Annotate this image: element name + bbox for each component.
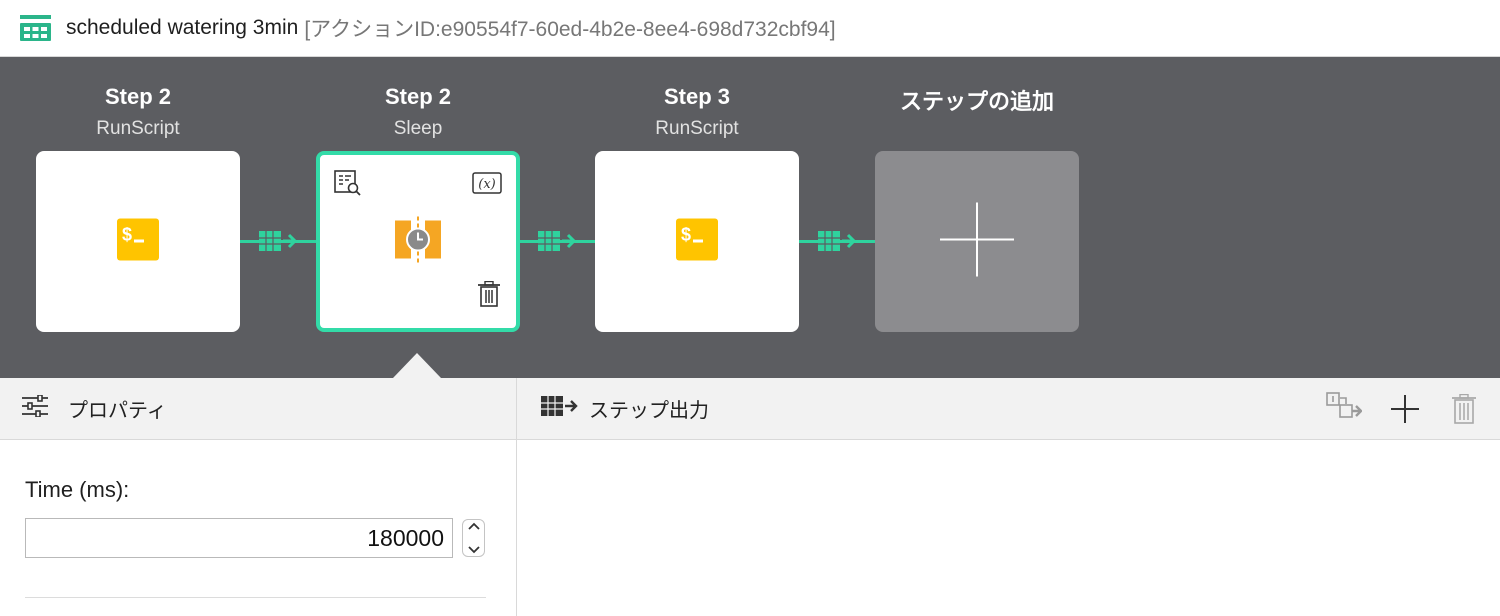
selection-pointer xyxy=(393,353,441,378)
sliders-icon xyxy=(22,394,48,422)
svg-text:$: $ xyxy=(681,224,691,244)
svg-text:(x): (x) xyxy=(478,177,495,192)
step-name: Step 2 xyxy=(104,84,172,109)
step-output-title: ステップ出力 xyxy=(589,400,709,422)
trash-icon[interactable] xyxy=(478,280,500,312)
step-card-sleep[interactable]: (x) xyxy=(316,151,520,332)
step-output-icon xyxy=(541,395,579,422)
title-bar: scheduled watering 3min [アクションID:e90554f… xyxy=(0,0,1500,57)
step-output-arrow-icon xyxy=(818,229,858,258)
properties-body: Time (ms): xyxy=(0,441,516,616)
step-name: Step 2 xyxy=(384,84,452,109)
step-output-body xyxy=(517,441,1500,616)
properties-title: プロパティ xyxy=(68,400,167,422)
add-step-button[interactable] xyxy=(875,151,1079,332)
step-type: Sleep xyxy=(393,118,443,139)
terminal-script-icon: $ xyxy=(117,218,159,265)
divider xyxy=(25,597,486,598)
delete-output-icon[interactable] xyxy=(1452,393,1476,429)
step-output-arrow-icon xyxy=(538,229,578,258)
chevron-down-icon[interactable] xyxy=(467,541,480,559)
step-output-arrow-icon xyxy=(259,229,299,258)
properties-header: プロパティ xyxy=(0,378,516,440)
map-output-icon[interactable] xyxy=(1326,392,1363,433)
time-ms-input[interactable] xyxy=(25,518,453,558)
svg-text:$: $ xyxy=(122,224,132,244)
chevron-up-icon[interactable] xyxy=(467,517,480,535)
time-stepper[interactable] xyxy=(462,519,485,557)
step-type: RunScript xyxy=(655,118,739,139)
terminal-script-icon: $ xyxy=(676,218,718,265)
time-field-label: Time (ms): xyxy=(25,477,130,502)
flow-canvas: Step 2 RunScript $ Step 2 Sleep (x) Step… xyxy=(0,57,1500,378)
sleep-clock-icon xyxy=(395,216,441,267)
variable-x-icon[interactable]: (x) xyxy=(472,172,502,199)
step-card-runscript[interactable]: $ xyxy=(595,151,799,332)
step-name: Step 3 xyxy=(663,84,731,109)
action-title: scheduled watering 3min xyxy=(66,16,299,39)
step-type: RunScript xyxy=(96,118,180,139)
step-card-runscript[interactable]: $ xyxy=(36,151,240,332)
workflow-table-icon xyxy=(20,14,52,42)
add-step-label: ステップの追加 xyxy=(899,89,1054,114)
action-id: [アクションID:e90554f7-60ed-4b2e-8ee4-698d732… xyxy=(304,18,836,41)
plus-icon xyxy=(940,202,1014,281)
inspect-log-icon[interactable] xyxy=(334,170,362,201)
add-output-icon[interactable] xyxy=(1390,394,1420,429)
